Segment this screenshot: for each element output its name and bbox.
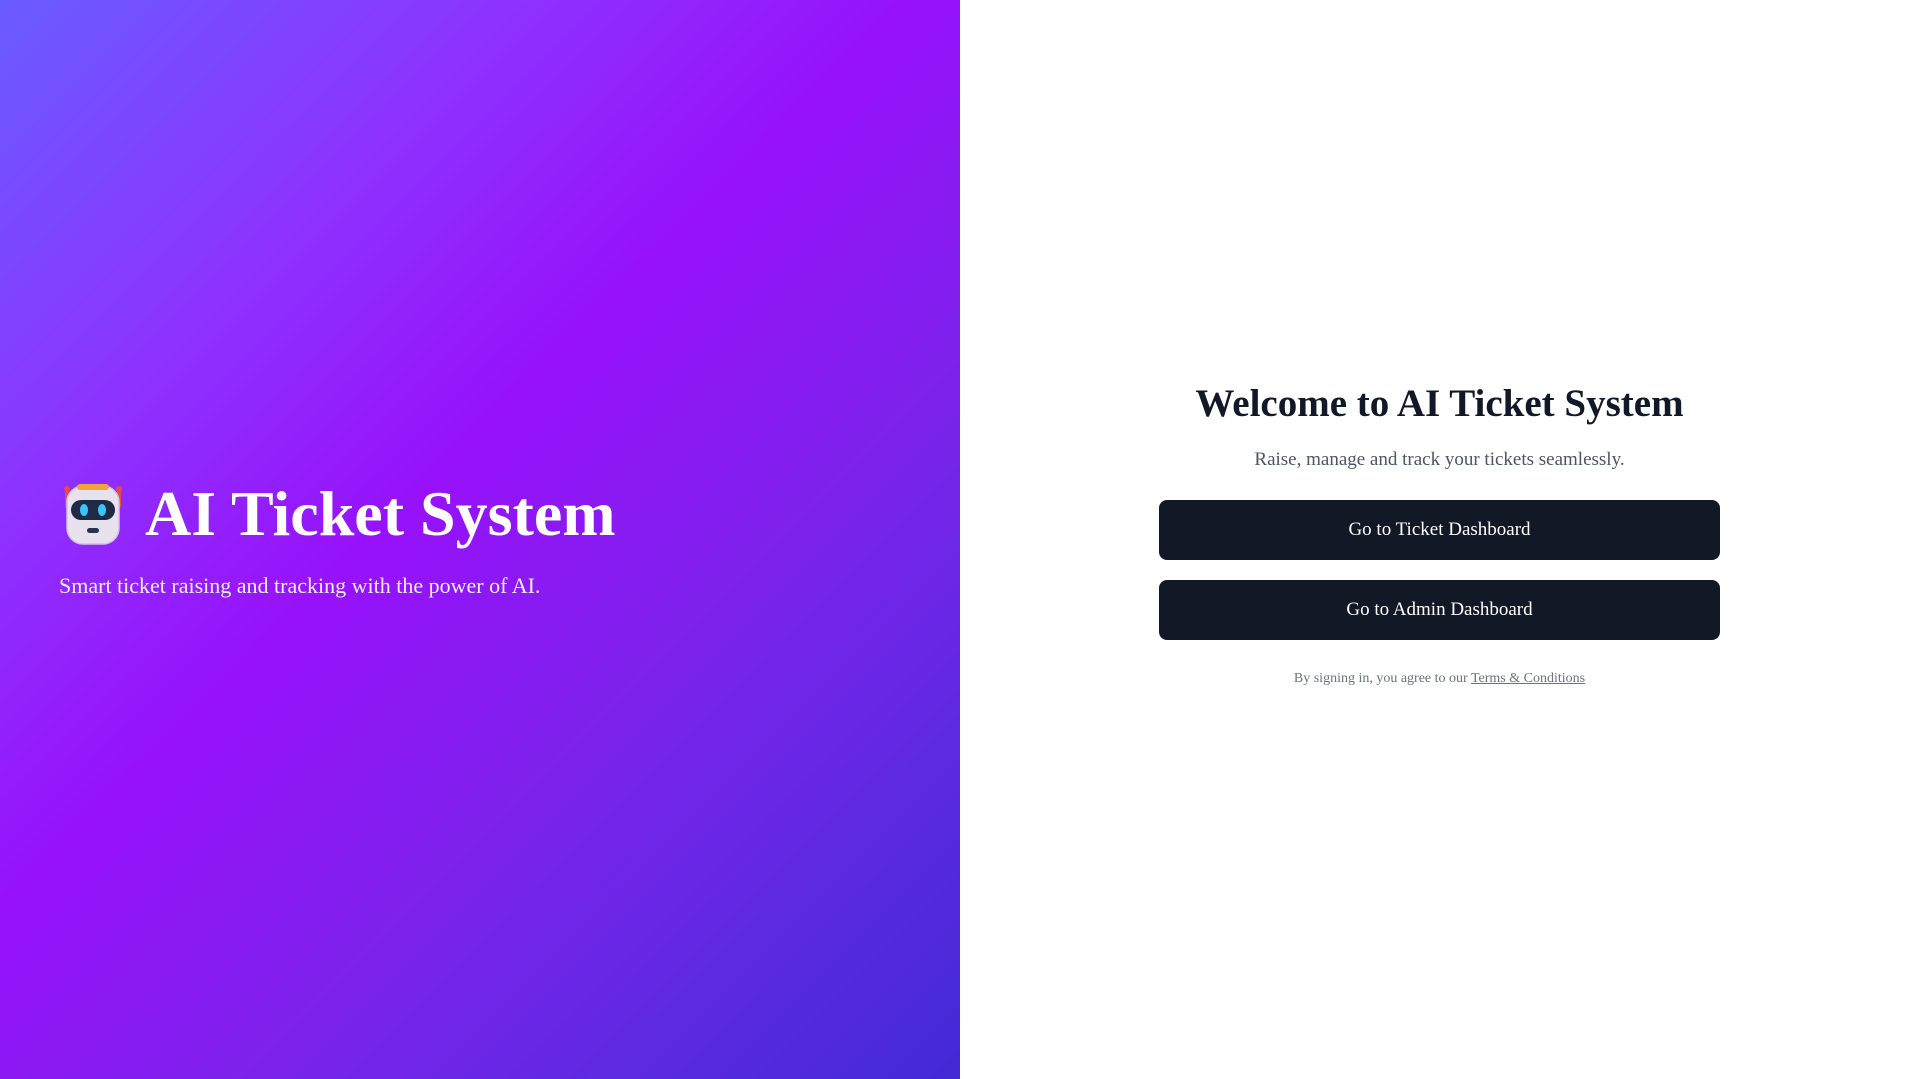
hero-title-row: AI Ticket System xyxy=(59,478,859,550)
hero-content: AI Ticket System Smart ticket raising an… xyxy=(59,478,859,600)
terms-link[interactable]: Terms & Conditions xyxy=(1471,671,1585,686)
welcome-content: Welcome to AI Ticket System Raise, manag… xyxy=(1159,380,1720,688)
robot-icon xyxy=(59,480,127,548)
welcome-heading: Welcome to AI Ticket System xyxy=(1195,382,1684,425)
admin-dashboard-button[interactable]: Go to Admin Dashboard xyxy=(1159,580,1720,640)
hero-subtitle: Smart ticket raising and tracking with t… xyxy=(59,573,541,598)
ticket-dashboard-button[interactable]: Go to Ticket Dashboard xyxy=(1159,500,1720,560)
terms-prefix: By signing in, you agree to our xyxy=(1293,671,1471,686)
hero-title: AI Ticket System xyxy=(145,478,616,549)
welcome-panel: Welcome to AI Ticket System Raise, manag… xyxy=(960,0,1914,1079)
hero-panel: AI Ticket System Smart ticket raising an… xyxy=(0,0,960,1079)
terms-notice: By signing in, you agree to our Terms & … xyxy=(1159,670,1720,688)
welcome-tagline: Raise, manage and track your tickets sea… xyxy=(1254,449,1625,470)
